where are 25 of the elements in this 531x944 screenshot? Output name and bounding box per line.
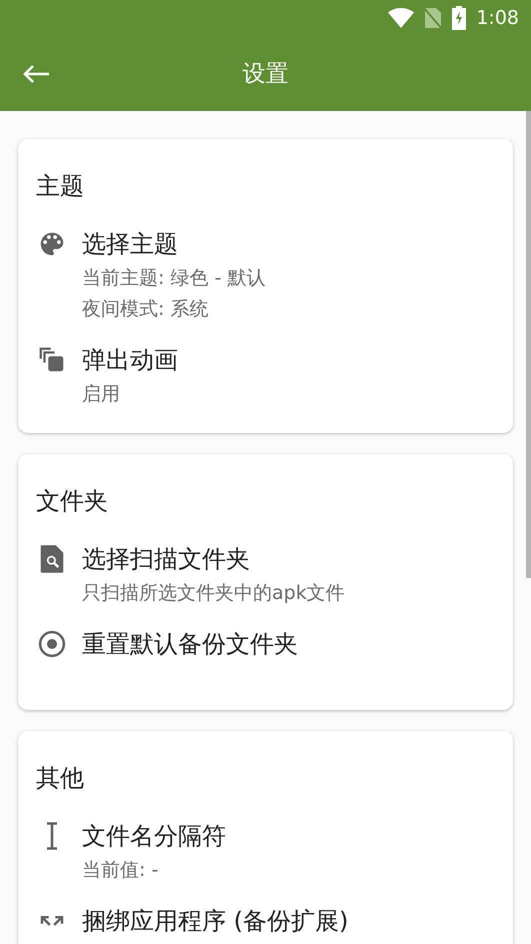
- text-cursor-icon: [44, 821, 60, 851]
- no-sim-icon: [424, 7, 442, 29]
- setting-title[interactable]: 重置默认备份文件夹: [82, 627, 298, 661]
- setting-summary: 当前值: -: [82, 858, 160, 883]
- setting-title[interactable]: 弹出动画: [82, 343, 178, 377]
- setting-summary: 夜间模式: 系统: [82, 297, 210, 322]
- section-heading: 文件夹: [36, 486, 109, 517]
- battery-charging-icon: [452, 6, 466, 30]
- radio-target-icon: [37, 629, 67, 659]
- toolbar-title: 设置: [242, 60, 290, 89]
- setting-summary: 启用: [82, 382, 121, 407]
- section-heading: 其他: [36, 763, 85, 794]
- setting-summary: 只扫描所选文件夹中的apk文件: [82, 581, 345, 606]
- clock-time: 1:08: [476, 7, 519, 29]
- section-heading: 主题: [36, 171, 85, 202]
- expand-arrows-icon: [39, 916, 65, 926]
- setting-title[interactable]: 选择主题: [82, 227, 266, 261]
- setting-title[interactable]: 文件名分隔符: [82, 819, 226, 853]
- wifi-icon: [388, 8, 414, 28]
- back-arrow-icon[interactable]: [22, 64, 50, 84]
- setting-title[interactable]: 捆绑应用程序 (备份扩展): [82, 904, 348, 938]
- setting-summary: 当前主题: 绿色 - 默认: [82, 266, 266, 291]
- scrollbar[interactable]: [526, 111, 531, 578]
- setting-title[interactable]: 选择扫描文件夹: [82, 542, 345, 576]
- file-search-icon: [38, 544, 66, 574]
